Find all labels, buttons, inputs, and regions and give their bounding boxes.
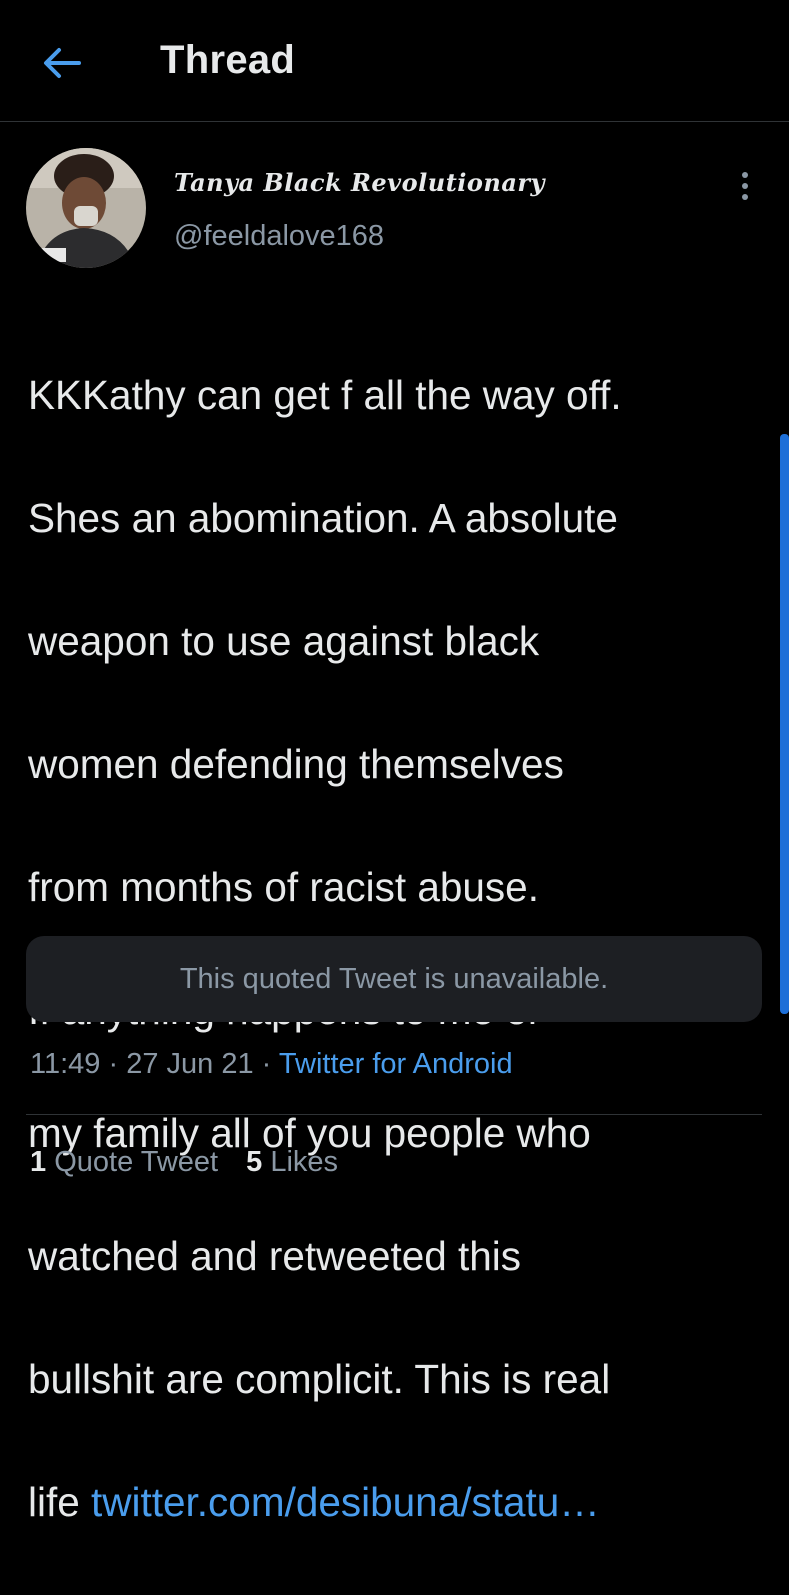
quote-tweets-count: 1: [30, 1146, 47, 1178]
likes-stat[interactable]: 5 Likes: [246, 1146, 338, 1179]
divider: [26, 1114, 762, 1115]
tweet-line-prefix: life: [28, 1478, 92, 1525]
tweet-date[interactable]: 27 Jun 21: [126, 1048, 253, 1080]
tweet-line: Shes an abomination. A absolute: [28, 494, 618, 541]
avatar[interactable]: [26, 148, 146, 268]
tweet-line: KKKathy can get f all the way off.: [28, 371, 622, 418]
tweet-metadata: 11:49 · 27 Jun 21 · Twitter for Android: [30, 1048, 513, 1081]
thread-header: Thread: [0, 0, 789, 122]
quoted-tweet-box[interactable]: This quoted Tweet is unavailable.: [26, 936, 762, 1022]
scrollbar[interactable]: [780, 434, 789, 1014]
tweet-line: watched and retweeted this: [28, 1232, 522, 1279]
user-handle[interactable]: @feeldalove168: [174, 220, 384, 253]
tweet-time[interactable]: 11:49: [30, 1048, 100, 1080]
meta-separator: ·: [261, 1048, 272, 1080]
likes-label: Likes: [270, 1146, 339, 1178]
avatar-photo: [26, 148, 146, 268]
tweet-source-link[interactable]: Twitter for Android: [279, 1048, 513, 1080]
display-name[interactable]: Tanya Black Revolutionary: [174, 168, 545, 197]
more-options-button[interactable]: [728, 164, 762, 208]
tweet-line: from months of racist abuse.: [28, 863, 539, 910]
quote-tweets-stat[interactable]: 1 Quote Tweet: [30, 1146, 218, 1179]
tweet-line-last: life twitter.com/desibuna/statu…: [28, 1472, 768, 1534]
arrow-left-icon: [44, 48, 81, 78]
likes-count: 5: [246, 1146, 263, 1178]
tweet-link[interactable]: twitter.com/desibuna/statu…: [91, 1479, 600, 1525]
tweet-line: bullshit are complicit. This is real: [28, 1355, 611, 1402]
meta-separator: ·: [108, 1048, 119, 1080]
page-title: Thread: [160, 38, 296, 82]
tweet-line: women defending themselves: [28, 740, 564, 787]
tweet-line: weapon to use against black: [28, 617, 540, 664]
more-vertical-icon-dot: [742, 194, 748, 200]
back-button[interactable]: [38, 40, 84, 86]
tweet-stats: 1 Quote Tweet 5 Likes: [30, 1146, 338, 1179]
more-vertical-icon-dot: [742, 183, 748, 189]
quote-tweets-label: Quote Tweet: [54, 1146, 219, 1178]
quoted-tweet-unavailable-text: This quoted Tweet is unavailable.: [179, 962, 609, 995]
more-vertical-icon: [742, 172, 748, 178]
